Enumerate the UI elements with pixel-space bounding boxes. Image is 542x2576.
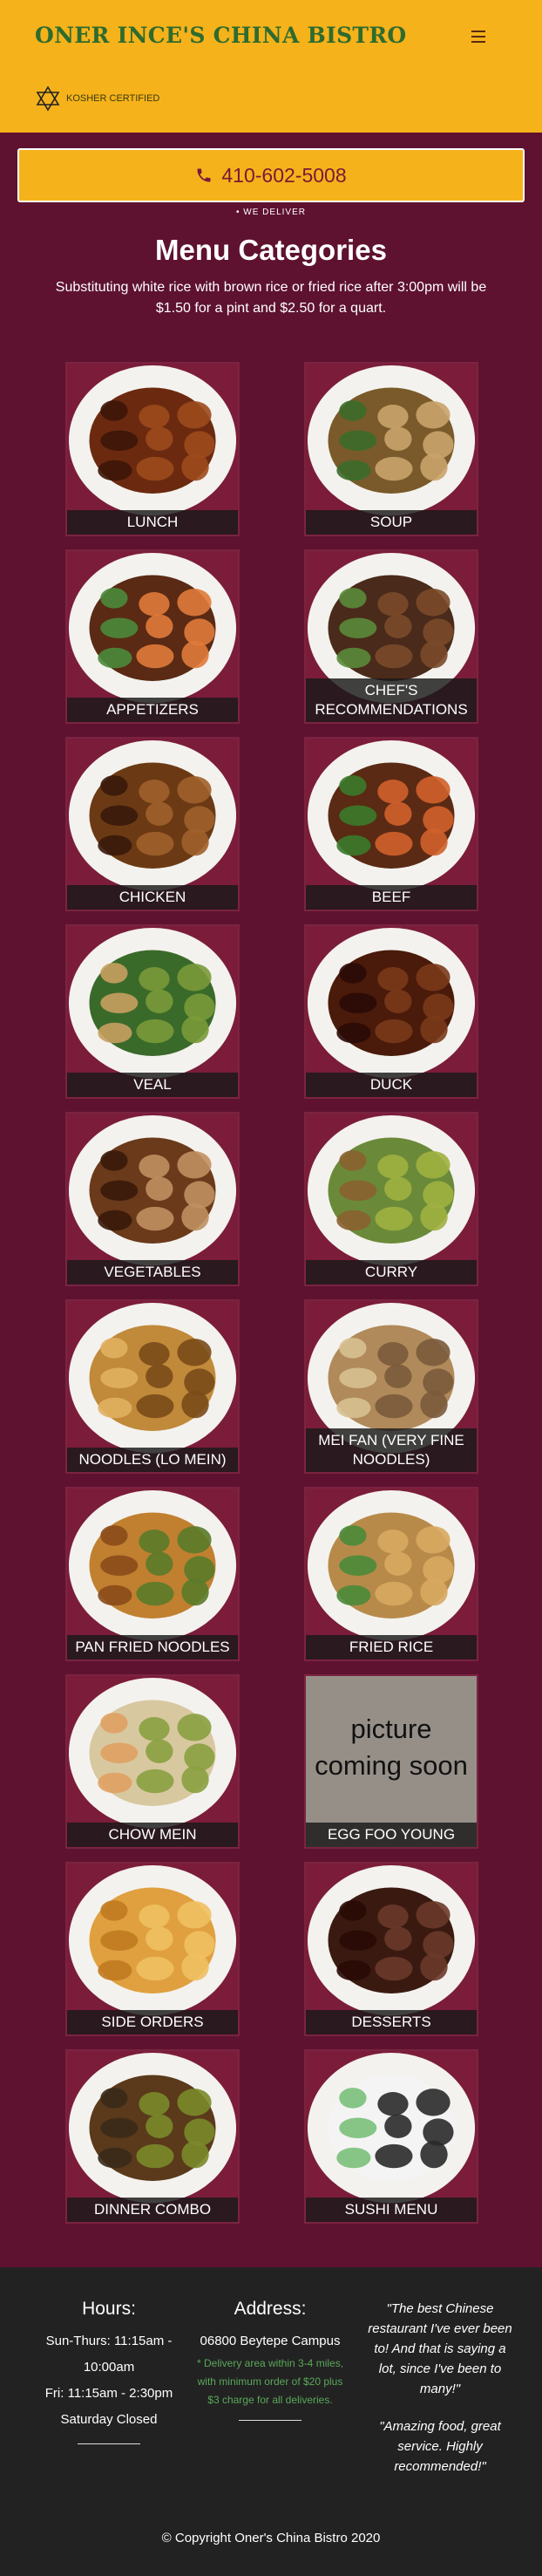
category-tile[interactable]: VEGETABLES [65, 1112, 240, 1286]
category-tile[interactable]: CHOW MEIN [65, 1674, 240, 1849]
address-title: Address: [234, 2299, 307, 2319]
category-tile[interactable]: picture coming soon EGG FOO YOUNG [304, 1674, 478, 1849]
category-photo [306, 2051, 477, 2222]
address-section: Address: 06800 Beytepe Campus * Delivery… [196, 2299, 344, 2421]
phone-icon [197, 168, 211, 182]
category-label: EGG FOO YOUNG [306, 1823, 477, 1847]
testimonial-quote: "Amazing food, great service. Highly rec… [379, 2419, 501, 2474]
category-label: SOUP [306, 510, 477, 535]
category-label: CHEF'S RECOMMENDATIONS [306, 678, 477, 722]
address-line: 06800 Beytepe Campus [200, 2334, 341, 2348]
category-photo [306, 926, 477, 1097]
category-photo [67, 1489, 238, 1659]
hours-line: Saturday Closed [60, 2412, 158, 2427]
category-label: LUNCH [67, 510, 238, 535]
category-label: VEGETABLES [67, 1260, 238, 1285]
category-tile[interactable]: NOODLES (LO MEIN) [65, 1299, 240, 1474]
category-tile[interactable]: PAN FRIED NOODLES [65, 1487, 240, 1661]
category-photo [67, 1301, 238, 1472]
site-header: ONER INCE'S CHINA BISTRO KOSHER CERTIFIE… [0, 0, 542, 133]
category-tile[interactable]: DUCK [304, 924, 478, 1099]
category-photo [67, 1114, 238, 1285]
divider [78, 2443, 140, 2444]
hours-line: Fri: 11:15am - 2:30pm [44, 2386, 173, 2401]
category-tile[interactable]: SUSHI MENU [304, 2049, 478, 2224]
category-tile[interactable]: CHEF'S RECOMMENDATIONS [304, 549, 478, 724]
category-label: DINNER COMBO [67, 2198, 238, 2222]
category-tile[interactable]: BEEF [304, 737, 478, 911]
category-photo [306, 1489, 477, 1659]
category-photo [67, 1676, 238, 1847]
category-photo [306, 739, 477, 910]
category-tile[interactable]: DINNER COMBO [65, 2049, 240, 2224]
category-label: FRIED RICE [306, 1635, 477, 1659]
category-label: CHOW MEIN [67, 1823, 238, 1847]
kosher-badge: KOSHER CERTIFIED [35, 83, 159, 114]
star-of-david-icon [36, 85, 60, 112]
category-label: CHICKEN [67, 885, 238, 910]
kosher-label: KOSHER CERTIFIED [66, 93, 160, 104]
category-tile[interactable]: MEI FAN (VERY FINE NOODLES) [304, 1299, 478, 1474]
menu-note: Substituting white rice with brown rice … [55, 280, 487, 316]
category-label: DESSERTS [306, 2010, 477, 2034]
category-label: PAN FRIED NOODLES [67, 1635, 238, 1659]
category-label: CURRY [306, 1260, 477, 1285]
site-footer: Hours: Sun-Thurs: 11:15am - 10:00am Fri:… [0, 2267, 542, 2576]
category-label: VEAL [67, 1073, 238, 1097]
category-label: BEEF [306, 885, 477, 910]
category-photo [306, 1114, 477, 1285]
placeholder-text: picture coming soon [315, 1714, 468, 1781]
phone-button[interactable]: 410-602-5008 [17, 148, 525, 202]
category-tile[interactable]: SIDE ORDERS [65, 1862, 240, 2036]
category-photo [67, 739, 238, 910]
brand-name[interactable]: ONER INCE'S CHINA BISTRO [35, 23, 406, 48]
menu-title: Menu Categories [155, 234, 387, 266]
category-photo [67, 551, 238, 722]
category-tile[interactable]: FRIED RICE [304, 1487, 478, 1661]
category-grid: LUNCH SOUP APPETIZERS CHEF'S RECOMMENDATION… [65, 362, 478, 2224]
category-photo [306, 1864, 477, 2034]
category-tile[interactable]: VEAL [65, 924, 240, 1099]
category-photo [67, 926, 238, 1097]
category-tile[interactable]: SOUP [304, 362, 478, 536]
delivery-note: * Delivery area within 3-4 miles, with m… [196, 2357, 344, 2406]
category-label: APPETIZERS [67, 698, 238, 722]
category-label: NOODLES (LO MEIN) [67, 1448, 238, 1472]
category-label: SUSHI MENU [306, 2198, 477, 2222]
hours-section: Hours: Sun-Thurs: 11:15am - 10:00am Fri:… [35, 2299, 183, 2444]
testimonial-quote: "The best Chinese restaurant I've ever b… [368, 2301, 512, 2396]
category-tile[interactable]: CHICKEN [65, 737, 240, 911]
category-tile[interactable]: LUNCH [65, 362, 240, 536]
phone-number: 410-602-5008 [221, 163, 347, 187]
copyright: © Copyright Oner's China Bistro 2020 [161, 2531, 381, 2545]
category-label: MEI FAN (VERY FINE NOODLES) [306, 1428, 477, 1472]
category-photo [67, 364, 238, 535]
category-photo [67, 2051, 238, 2222]
hours-line: Sun-Thurs: 11:15am - 10:00am [45, 2334, 173, 2375]
category-photo [67, 1864, 238, 2034]
divider [239, 2420, 301, 2421]
category-tile[interactable]: APPETIZERS [65, 549, 240, 724]
category-photo [306, 364, 477, 535]
hours-title: Hours: [82, 2299, 136, 2319]
category-tile[interactable]: DESSERTS [304, 1862, 478, 2036]
testimonials: "The best Chinese restaurant I've ever b… [366, 2299, 514, 2477]
hamburger-icon[interactable] [469, 26, 490, 47]
category-label: SIDE ORDERS [67, 2010, 238, 2034]
category-label: DUCK [306, 1073, 477, 1097]
category-tile[interactable]: CURRY [304, 1112, 478, 1286]
deliver-label: • WE DELIVER [236, 208, 306, 217]
